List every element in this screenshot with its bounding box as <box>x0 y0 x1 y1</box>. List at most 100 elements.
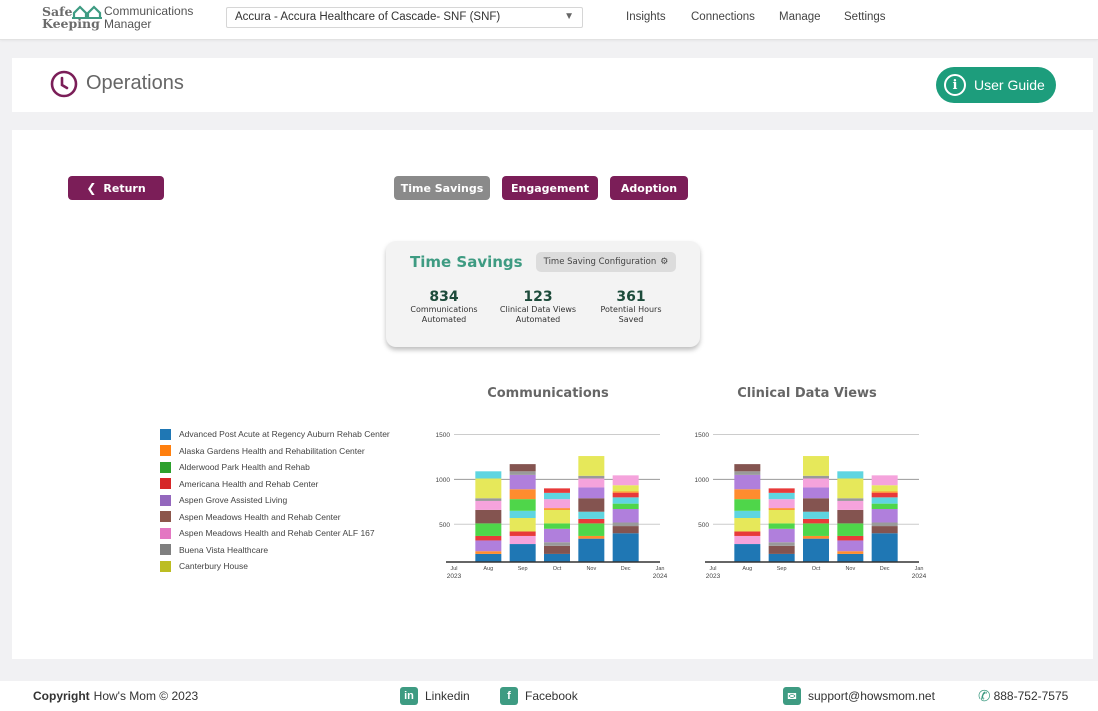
tab-engagement[interactable]: Engagement <box>502 176 598 200</box>
bar-segment <box>509 464 536 472</box>
bar-segment <box>544 492 570 500</box>
bar-segment <box>544 499 570 509</box>
copyright: Copyright How's Mom © 2023 <box>33 689 198 703</box>
legend-label: Aspen Grove Assisted Living <box>179 495 288 506</box>
x-tick-label: Sep <box>777 566 787 572</box>
bar-segment <box>544 509 570 524</box>
legend-swatch <box>160 445 171 457</box>
bar-segment <box>734 531 761 536</box>
bar-segment <box>475 551 502 554</box>
page-title: Operations <box>86 72 184 94</box>
legend-item[interactable]: Advanced Post Acute at Regency Auburn Re… <box>160 426 390 443</box>
x-tick-label: Jan <box>656 566 665 572</box>
legend-item[interactable]: Alaska Gardens Health and Rehabilitation… <box>160 443 390 460</box>
linkedin-link[interactable]: in Linkedin <box>400 687 470 705</box>
x-tick-label: Nov <box>845 566 855 572</box>
bar-segment <box>803 487 829 499</box>
legend-label: Canterbury House <box>179 561 248 572</box>
chevron-left-icon: ❮ <box>86 181 97 195</box>
bar-segment <box>837 478 864 499</box>
facebook-label: Facebook <box>525 689 578 703</box>
phone-link[interactable]: ✆ 888-752-7575 <box>978 687 1068 705</box>
bar-segment <box>871 485 898 492</box>
bar-segment <box>768 542 795 546</box>
bar-segment <box>612 509 639 523</box>
y-tick-label: 1000 <box>695 477 710 484</box>
bar-segment <box>871 533 898 562</box>
stat-hours-saved: 361 Potential Hours Saved <box>581 289 681 325</box>
y-tick-label: 500 <box>439 522 450 529</box>
nav-manage[interactable]: Manage <box>779 11 821 23</box>
phone-icon: ✆ <box>978 688 991 705</box>
bar-segment <box>768 492 795 500</box>
stat-value: 361 <box>616 289 646 305</box>
legend-item[interactable]: Alderwood Park Health and Rehab <box>160 459 390 476</box>
bar-segment <box>612 485 639 492</box>
legend-item[interactable]: Aspen Meadows Health and Rehab Center AL… <box>160 525 390 542</box>
bar-segment <box>509 499 536 511</box>
x-year-label: 2023 <box>447 573 462 580</box>
bar-segment <box>768 553 795 562</box>
nav-settings[interactable]: Settings <box>844 11 886 23</box>
facility-select[interactable]: Accura - Accura Healthcare of Cascade- S… <box>226 7 583 28</box>
linkedin-icon: in <box>400 687 418 705</box>
legend-item[interactable]: Buena Vista Healthcare <box>160 542 390 559</box>
x-tick-label: Jul <box>709 566 716 572</box>
tab-adoption[interactable]: Adoption <box>610 176 688 200</box>
facebook-icon: f <box>500 687 518 705</box>
stat-value: 123 <box>523 289 553 305</box>
bar-segment <box>871 491 898 493</box>
nav-connections[interactable]: Connections <box>691 11 755 23</box>
nav-insights[interactable]: Insights <box>626 11 666 23</box>
bar-segment <box>475 498 502 501</box>
bar-segment <box>509 535 536 545</box>
bar-segment <box>475 500 502 510</box>
app-name-line2: Manager <box>104 17 152 31</box>
bar-segment <box>578 538 605 562</box>
user-guide-button[interactable]: i User Guide <box>936 67 1056 103</box>
bar-segment <box>803 498 829 512</box>
x-tick-label: Nov <box>586 566 596 572</box>
y-tick-label: 1500 <box>695 432 710 439</box>
legend-swatch <box>160 428 171 440</box>
y-tick-label: 500 <box>698 522 709 529</box>
stat-label: Clinical Data Views <box>499 305 577 314</box>
footer: Copyright How's Mom © 2023 in Linkedin f… <box>0 681 1098 711</box>
tab-time-savings[interactable]: Time Savings <box>394 176 490 200</box>
bar-segment <box>544 523 570 529</box>
legend-label: Alaska Gardens Health and Rehabilitation… <box>179 445 365 456</box>
bar-segment <box>509 531 536 536</box>
email-link[interactable]: ✉ support@howsmom.net <box>783 687 935 705</box>
main-panel: ❮ Return Time Savings Engagement Adoptio… <box>12 130 1093 659</box>
time-saving-configuration-button[interactable]: Time Saving Configuration ⚙ <box>536 252 676 272</box>
bar-segment <box>768 528 795 543</box>
bar-segment <box>509 544 536 562</box>
bar-segment <box>803 538 829 562</box>
bar-segment <box>871 522 898 527</box>
chart-legend: Advanced Post Acute at Regency Auburn Re… <box>160 426 390 575</box>
facility-select-value: Accura - Accura Healthcare of Cascade- S… <box>235 11 501 23</box>
copyright-bold: Copyright <box>33 689 90 703</box>
bar-segment <box>768 488 795 493</box>
return-button[interactable]: ❮ Return <box>68 176 164 200</box>
legend-item[interactable]: Aspen Meadows Health and Rehab Center <box>160 509 390 526</box>
stat-communications: 834 Communications Automated <box>394 289 494 325</box>
bar-segment <box>509 510 536 518</box>
bar-segment <box>837 553 864 562</box>
chart-title-communications: Communications <box>487 386 609 401</box>
bar-segment <box>578 523 605 536</box>
legend-item[interactable]: Americana Health and Rehab Center <box>160 476 390 493</box>
legend-swatch <box>160 478 171 490</box>
x-tick-label: Sep <box>518 566 528 572</box>
bar-segment <box>578 456 605 476</box>
bar-segment <box>475 471 502 479</box>
x-tick-label: Jan <box>915 566 924 572</box>
x-year-label: 2024 <box>912 573 927 580</box>
legend-item[interactable]: Aspen Grove Assisted Living <box>160 492 390 509</box>
legend-item[interactable]: Canterbury House <box>160 558 390 575</box>
facebook-link[interactable]: f Facebook <box>500 687 578 705</box>
app-name-line1: Communications <box>104 4 194 18</box>
stat-label: Automated <box>421 315 467 324</box>
stat-label: Potential Hours <box>600 305 662 314</box>
logo[interactable]: Safe Keeping Communications Manager <box>42 4 202 34</box>
